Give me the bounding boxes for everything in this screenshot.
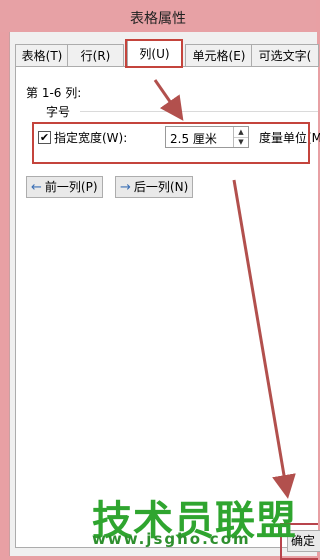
arrow-to-width-icon	[153, 79, 184, 121]
annotation-arrows	[153, 79, 296, 499]
arrow-to-ok-icon	[232, 179, 296, 499]
